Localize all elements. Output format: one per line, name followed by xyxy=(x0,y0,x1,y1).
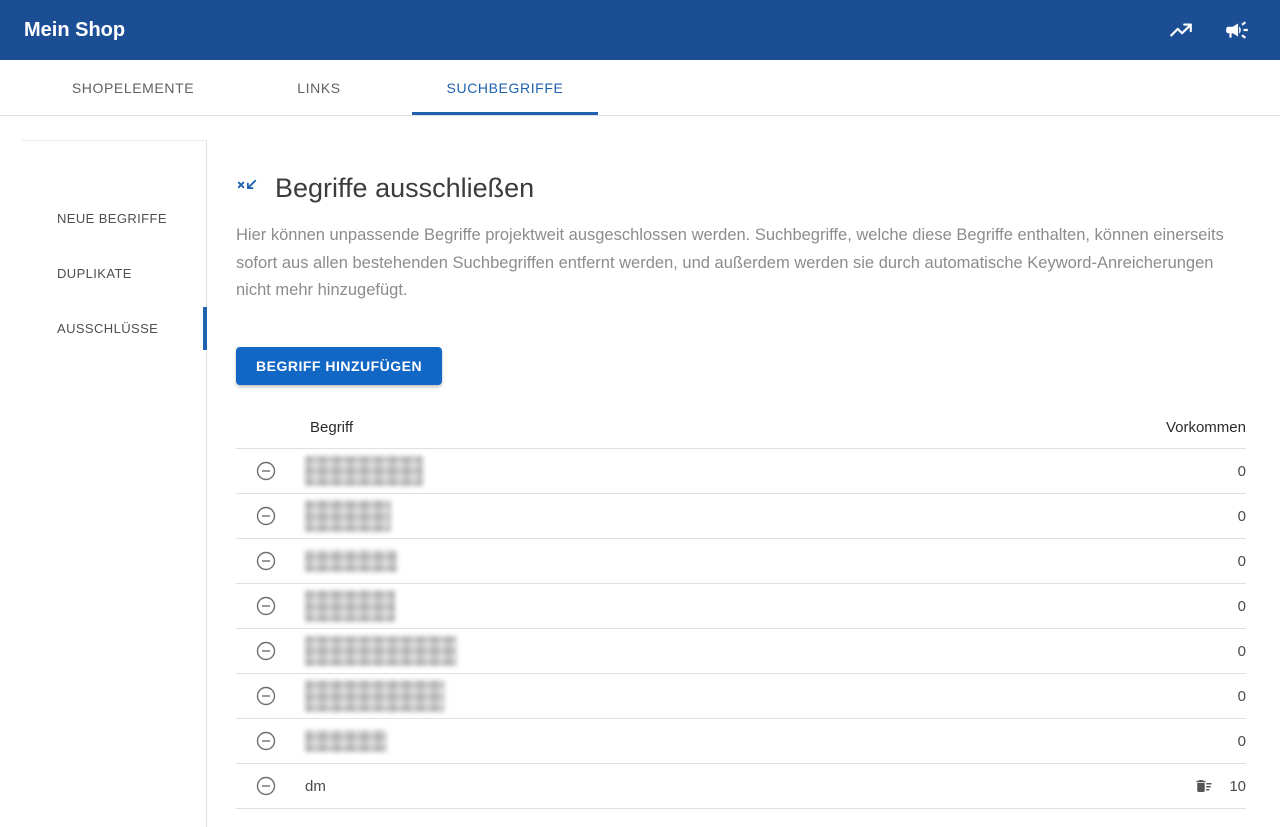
remove-circle-icon[interactable] xyxy=(256,596,276,616)
redacted-term xyxy=(305,456,423,486)
occurrence-count: 0 xyxy=(1232,688,1246,705)
tab-suchbegriffe[interactable]: SUCHBEGRIFFE xyxy=(412,60,598,115)
redacted-term xyxy=(305,500,391,532)
column-header-vorkommen: Vorkommen xyxy=(1166,419,1246,436)
table-row: 0 xyxy=(236,674,1246,719)
occurrence-count: 0 xyxy=(1232,508,1246,525)
remove-circle-icon[interactable] xyxy=(256,686,276,706)
redacted-term xyxy=(305,590,395,622)
count-cell: 0 xyxy=(1232,643,1246,660)
row-icon-cell xyxy=(236,776,305,796)
remove-circle-icon[interactable] xyxy=(256,641,276,661)
table-row: 0 xyxy=(236,494,1246,539)
term-cell xyxy=(305,680,445,712)
tab-links[interactable]: LINKS xyxy=(226,60,412,115)
count-cell: 0 xyxy=(1232,508,1246,525)
page-description: Hier können unpassende Begriffe projektw… xyxy=(236,222,1246,305)
term-cell xyxy=(305,550,397,572)
remove-circle-icon[interactable] xyxy=(256,461,276,481)
remove-circle-icon[interactable] xyxy=(256,776,276,796)
occurrence-count: 0 xyxy=(1232,553,1246,570)
announcement-icon[interactable] xyxy=(1224,17,1250,43)
term-cell xyxy=(305,456,423,486)
count-cell: 10 xyxy=(1195,777,1246,795)
topbar-icons xyxy=(1168,17,1250,43)
term-cell xyxy=(305,590,395,622)
table-body: 0 0 0 xyxy=(236,449,1246,809)
count-cell: 0 xyxy=(1232,553,1246,570)
exclude-icon xyxy=(236,178,258,200)
table-row: 0 xyxy=(236,719,1246,764)
redacted-term xyxy=(305,636,457,666)
occurrence-count: 0 xyxy=(1232,643,1246,660)
row-icon-cell xyxy=(236,596,305,616)
add-term-button[interactable]: BEGRIFF HINZUFÜGEN xyxy=(236,347,442,385)
count-cell: 0 xyxy=(1232,463,1246,480)
page-title: Begriffe ausschließen xyxy=(275,173,534,204)
sidebar: NEUE BEGRIFFE DUPLIKATE AUSSCHLÜSSE xyxy=(22,140,207,827)
main-panel: Begriffe ausschließen Hier können unpass… xyxy=(207,140,1280,827)
table-header: Begriff Vorkommen xyxy=(236,407,1246,449)
redacted-term xyxy=(305,550,397,572)
term-cell xyxy=(305,636,457,666)
count-cell: 0 xyxy=(1232,598,1246,615)
row-icon-cell xyxy=(236,461,305,481)
redacted-term xyxy=(305,730,387,752)
row-icon-cell xyxy=(236,641,305,661)
row-icon-cell xyxy=(236,506,305,526)
remove-circle-icon[interactable] xyxy=(256,506,276,526)
occurrence-count: 10 xyxy=(1229,778,1246,795)
column-header-begriff: Begriff xyxy=(236,419,353,436)
redacted-term xyxy=(305,680,445,712)
tabbar: SHOPELEMENTE LINKS SUCHBEGRIFFE xyxy=(0,60,1280,116)
topbar: Mein Shop xyxy=(0,0,1280,60)
occurrence-count: 0 xyxy=(1232,463,1246,480)
sidebar-item-neue-begriffe[interactable]: NEUE BEGRIFFE xyxy=(22,191,206,246)
term-cell xyxy=(305,730,387,752)
delete-sweep-icon[interactable] xyxy=(1195,777,1213,795)
trending-icon[interactable] xyxy=(1168,17,1194,43)
remove-circle-icon[interactable] xyxy=(256,731,276,751)
app-title: Mein Shop xyxy=(24,19,125,42)
table-row: dm 10 xyxy=(236,764,1246,809)
term-text: dm xyxy=(305,778,326,795)
row-icon-cell xyxy=(236,731,305,751)
sidebar-item-ausschluesse[interactable]: AUSSCHLÜSSE xyxy=(22,301,206,356)
occurrence-count: 0 xyxy=(1232,733,1246,750)
page-heading: Begriffe ausschließen xyxy=(236,173,1246,204)
table-row: 0 xyxy=(236,629,1246,674)
row-icon-cell xyxy=(236,551,305,571)
terms-table: Begriff Vorkommen 0 0 xyxy=(236,407,1246,809)
tab-shopelemente[interactable]: SHOPELEMENTE xyxy=(40,60,226,115)
sidebar-item-duplikate[interactable]: DUPLIKATE xyxy=(22,246,206,301)
table-row: 0 xyxy=(236,449,1246,494)
row-icon-cell xyxy=(236,686,305,706)
occurrence-count: 0 xyxy=(1232,598,1246,615)
term-cell: dm xyxy=(305,778,326,795)
content: NEUE BEGRIFFE DUPLIKATE AUSSCHLÜSSE Begr… xyxy=(0,140,1280,827)
count-cell: 0 xyxy=(1232,688,1246,705)
table-row: 0 xyxy=(236,539,1246,584)
count-cell: 0 xyxy=(1232,733,1246,750)
term-cell xyxy=(305,500,391,532)
remove-circle-icon[interactable] xyxy=(256,551,276,571)
table-row: 0 xyxy=(236,584,1246,629)
